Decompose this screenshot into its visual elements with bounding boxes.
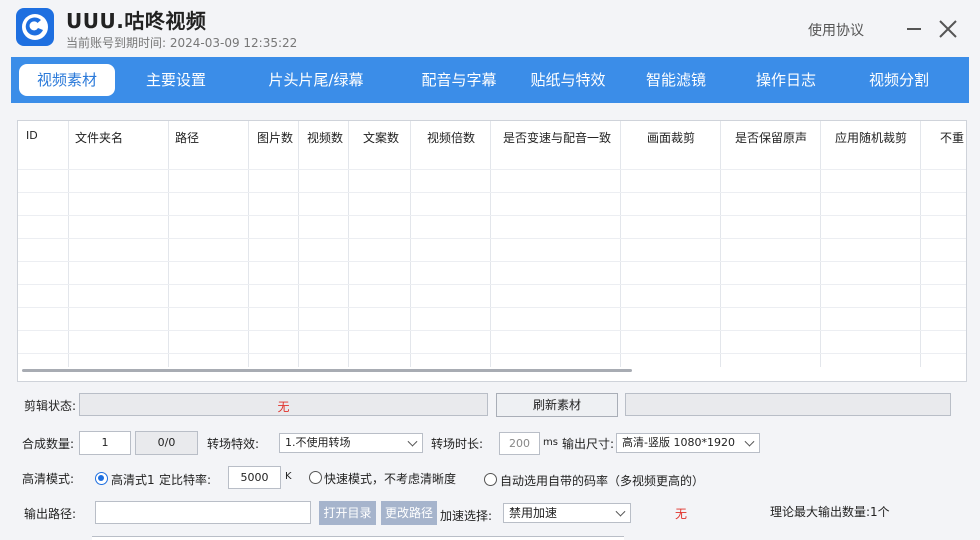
compose-count-input[interactable]: 1: [79, 431, 131, 455]
column-header-video-multiplier[interactable]: 视频倍数: [427, 129, 475, 146]
app-title: UUU.咕咚视频: [66, 9, 207, 33]
hd-mode1-label[interactable]: 高清式1: [111, 471, 155, 488]
tab-voice-subtitle[interactable]: 配音与字幕: [409, 64, 509, 96]
column-header-videos[interactable]: 视频数: [307, 129, 343, 146]
refresh-material-button[interactable]: 刷新素材: [496, 393, 618, 417]
chevron-down-icon: [744, 436, 755, 447]
column-header-keep-audio[interactable]: 是否保留原声: [735, 129, 807, 146]
transition-select-value: 1.不使用转场: [285, 436, 351, 449]
compose-progress: 0/0: [135, 431, 198, 455]
table-row-line: [18, 330, 966, 331]
change-path-button[interactable]: 更改路径: [381, 501, 437, 525]
table-row-line: [18, 284, 966, 285]
bitrate-input[interactable]: 5000: [228, 466, 281, 489]
open-directory-button[interactable]: 打开目录: [319, 501, 376, 525]
table-row-line: [18, 169, 966, 170]
app-logo-icon: [16, 8, 54, 46]
output-size-select[interactable]: 高清-竖版 1080*1920: [616, 433, 760, 453]
auto-bitrate-label[interactable]: 自动选用自带的码率（多视频更高的）: [500, 472, 704, 489]
transition-duration-label: 转场时长:: [431, 437, 484, 451]
transition-duration-input[interactable]: 200: [499, 432, 540, 455]
output-size-label: 输出尺寸:: [562, 437, 615, 451]
column-header-images[interactable]: 图片数: [257, 129, 293, 146]
column-header-path[interactable]: 路径: [175, 129, 199, 146]
column-header-id[interactable]: ID: [26, 129, 38, 142]
column-header-folder[interactable]: 文件夹名: [75, 129, 123, 146]
output-size-select-value: 高清-竖版 1080*1920: [622, 436, 735, 449]
horizontal-scrollbar[interactable]: [22, 369, 632, 372]
output-path-label: 输出路径:: [24, 507, 77, 521]
edit-status-value: 无: [277, 400, 290, 414]
table-row-line: [18, 192, 966, 193]
hd-mode-label: 高清模式:: [22, 472, 75, 486]
chevron-down-icon: [615, 506, 626, 517]
tab-sticker-effects[interactable]: 贴纸与特效: [518, 64, 618, 96]
column-header-random-crop[interactable]: 应用随机裁剪: [835, 129, 907, 146]
table-row-line: [18, 238, 966, 239]
account-expire-text: 当前账号到期时间: 2024-03-09 12:35:22: [66, 36, 298, 50]
close-icon[interactable]: [937, 18, 959, 40]
tab-smart-filter[interactable]: 智能滤镜: [636, 64, 716, 96]
column-header-no-repeat[interactable]: 不重: [940, 129, 964, 146]
bitrate-label: 定比特率:: [159, 473, 212, 487]
acceleration-select[interactable]: 禁用加速: [503, 503, 631, 523]
edit-status-label: 剪辑状态:: [24, 399, 77, 413]
column-header-speed-sync[interactable]: 是否变速与配音一致: [503, 129, 611, 146]
transition-label: 转场特效:: [207, 437, 260, 451]
progress-bar: [625, 393, 951, 416]
fast-mode-label[interactable]: 快速模式，不考虑清晰度: [324, 470, 456, 487]
column-header-crop[interactable]: 画面裁剪: [647, 129, 695, 146]
next-row-field: [92, 536, 624, 540]
minimize-icon[interactable]: [904, 18, 924, 38]
table-row-line: [18, 261, 966, 262]
transition-duration-unit: ms: [543, 437, 558, 448]
output-path-input[interactable]: [95, 501, 311, 524]
compose-count-label: 合成数量:: [22, 437, 75, 451]
acceleration-select-value: 禁用加速: [509, 506, 558, 520]
tab-video-material[interactable]: 视频素材: [19, 64, 115, 96]
edit-status-field: 无: [79, 393, 488, 416]
tab-main-settings[interactable]: 主要设置: [131, 64, 221, 96]
table-row-line: [18, 307, 966, 308]
transition-select[interactable]: 1.不使用转场: [279, 433, 423, 453]
max-output-text: 理论最大输出数量:1个: [770, 505, 890, 519]
auto-bitrate-radio[interactable]: [484, 473, 497, 486]
material-table[interactable]: ID 文件夹名 路径 图片数 视频数 文案数 视频倍数 是否变速与配音一致 画面…: [17, 120, 967, 382]
hd-mode1-radio[interactable]: [95, 472, 108, 485]
fast-mode-radio[interactable]: [309, 471, 322, 484]
tab-operation-log[interactable]: 操作日志: [744, 64, 828, 96]
title-bar: UUU.咕咚视频 当前账号到期时间: 2024-03-09 12:35:22 使…: [0, 0, 980, 56]
table-row-line: [18, 215, 966, 216]
acceleration-status: 无: [675, 507, 688, 521]
main-tab-bar: 视频素材 主要设置 片头片尾/绿幕 配音与字幕 贴纸与特效 智能滤镜 操作日志 …: [11, 57, 969, 103]
agreement-link[interactable]: 使用协议: [808, 20, 864, 40]
chevron-down-icon: [407, 436, 418, 447]
bitrate-unit: K: [285, 471, 292, 482]
tab-video-split[interactable]: 视频分割: [857, 64, 941, 96]
acceleration-label: 加速选择:: [440, 509, 493, 523]
tab-intro-outro[interactable]: 片头片尾/绿幕: [256, 64, 376, 96]
column-header-copy[interactable]: 文案数: [363, 129, 399, 146]
table-row-line: [18, 353, 966, 354]
